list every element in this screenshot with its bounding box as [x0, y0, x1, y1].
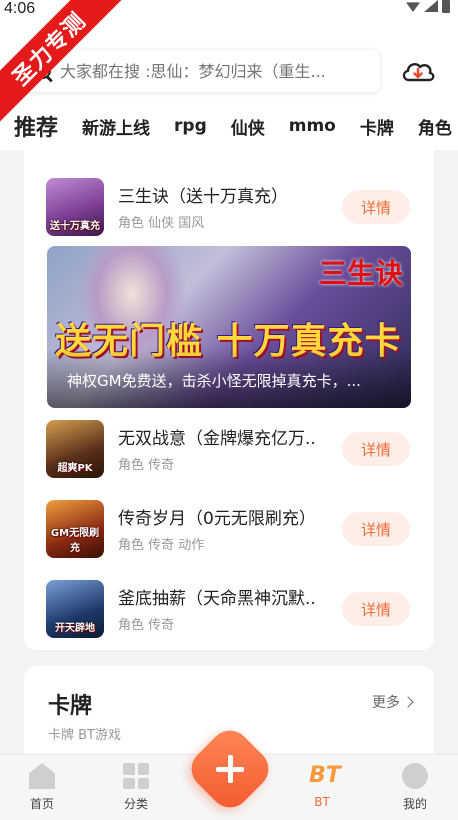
detail-button[interactable]: 详情 [342, 592, 410, 626]
nav-category-label: 分类 [123, 797, 148, 811]
plus-icon[interactable] [198, 738, 262, 802]
home-icon [29, 763, 55, 789]
status-time: 4:06 [4, 0, 36, 17]
nav-bt-label: BT [314, 795, 330, 809]
list-item[interactable]: 超爽PK 无双战意（金牌爆充亿万.. 角色 传奇 详情 [24, 420, 434, 480]
status-icons [406, 0, 450, 14]
game-tags: 角色 仙侠 国风 [118, 216, 205, 231]
promo-banner[interactable]: 三生诀 送无门槛 十万真充卡 神权GM免费送，击杀小怪无限掉真充卡，... [47, 246, 411, 408]
game-title: 三生诀（送十万真充） [118, 187, 288, 207]
detail-button[interactable]: 详情 [342, 432, 410, 466]
more-label: 更多 [372, 695, 400, 711]
game-tags: 角色 传奇 动作 [118, 538, 205, 553]
list-item[interactable]: GM无限刷充 传奇岁月（0元无限刷充） 角色 传奇 动作 详情 [24, 500, 434, 560]
grid-icon [123, 763, 149, 789]
game-title: 釜底抽薪（天命黑神沉默.. [118, 589, 316, 609]
game-title: 传奇岁月（0元无限刷充） [118, 509, 316, 529]
game-icon: 开天辟地 [46, 580, 104, 638]
nav-mine[interactable]: 我的 [385, 763, 445, 812]
chevron-right-icon [402, 696, 414, 708]
game-icon: GM无限刷充 [46, 500, 104, 558]
tab-recommend[interactable]: 推荐 [14, 110, 58, 142]
search-box[interactable] [22, 50, 380, 92]
nav-home-label: 首页 [29, 797, 54, 811]
nav-home[interactable]: 首页 [12, 763, 72, 812]
nav-mine-label: 我的 [402, 797, 427, 811]
detail-button[interactable]: 详情 [342, 190, 410, 224]
tab-xianxia[interactable]: 仙侠 [231, 114, 265, 139]
cloud-download-icon[interactable] [400, 58, 436, 84]
banner-logo: 三生诀 [318, 257, 403, 290]
game-icon: 送十万真充 [46, 178, 104, 236]
nav-category[interactable]: 分类 [106, 763, 166, 812]
category-tabs: 推荐 新游上线 rpg 仙侠 mmo 卡牌 角色 传 [0, 108, 458, 144]
tab-mmo[interactable]: mmo [289, 116, 336, 136]
signal-icon [424, 0, 438, 12]
more-link[interactable]: 更多 [372, 692, 414, 712]
list-item[interactable]: 开天辟地 釜底抽薪（天命黑神沉默.. 角色 传奇 详情 [24, 580, 434, 640]
tab-role[interactable]: 角色 [418, 114, 452, 139]
tab-rpg[interactable]: rpg [174, 116, 207, 136]
game-icon: 超爽PK [46, 420, 104, 478]
user-icon [402, 763, 428, 789]
search-input[interactable] [60, 61, 360, 81]
wifi-icon [406, 2, 420, 12]
tab-new-games[interactable]: 新游上线 [82, 114, 150, 139]
section-title: 卡牌 [48, 694, 93, 719]
game-title: 无双战意（金牌爆充亿万.. [118, 429, 316, 449]
bt-icon: BT [309, 763, 341, 788]
battery-icon [442, 0, 450, 13]
detail-button[interactable]: 详情 [342, 512, 410, 546]
game-tags: 角色 传奇 [118, 458, 175, 473]
nav-bt[interactable]: BT BT [292, 763, 352, 809]
game-tags: 角色 传奇 [118, 618, 175, 633]
tab-card[interactable]: 卡牌 [360, 114, 394, 139]
section-subtitle: 卡牌 BT游戏 [48, 728, 121, 743]
banner-caption: 神权GM免费送，击杀小怪无限掉真充卡，... [67, 372, 361, 390]
list-item[interactable]: 送十万真充 三生诀（送十万真充） 角色 仙侠 国风 详情 [24, 178, 434, 238]
